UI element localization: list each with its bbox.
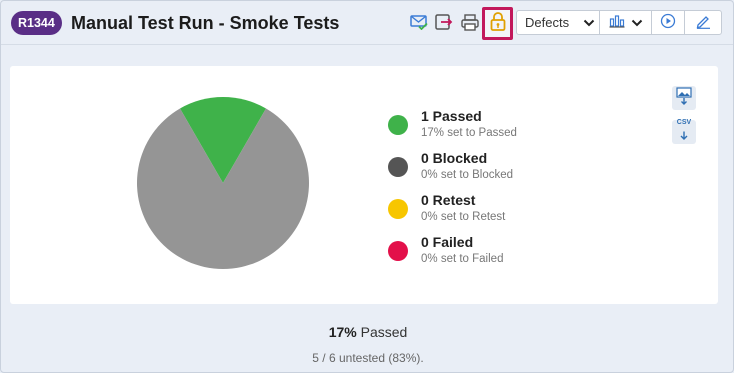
pass-label: Passed — [360, 324, 408, 340]
lock-button[interactable] — [482, 7, 513, 40]
edit-run-button[interactable] — [685, 11, 721, 34]
run-tests-button[interactable] — [652, 11, 685, 34]
chevron-down-icon — [583, 15, 595, 30]
legend-title: 0 Blocked — [421, 150, 488, 166]
pass-percent: 17% — [328, 324, 357, 340]
legend-title: 0 Failed — [421, 234, 474, 250]
download-arrow-icon — [679, 127, 689, 145]
legend-subtitle: 0% set to Blocked — [421, 169, 514, 181]
retest-dot — [388, 199, 408, 219]
image-download-icon — [676, 86, 692, 110]
play-icon — [660, 13, 676, 32]
legend-subtitle: 0% set to Retest — [421, 211, 506, 223]
legend-title: 1 Passed — [421, 108, 482, 124]
pass-rate-summary: 17% Passed — [1, 324, 734, 340]
run-header: R1344 Manual Test Run - Smoke Tests Defe… — [1, 1, 733, 45]
print-icon[interactable] — [460, 12, 480, 32]
chevron-down-icon — [631, 15, 643, 30]
status-pie-chart — [137, 97, 309, 269]
legend-title: 0 Retest — [421, 192, 476, 208]
failed-dot — [388, 241, 408, 261]
run-title: Manual Test Run - Smoke Tests — [71, 13, 340, 33]
passed-dot — [388, 115, 408, 135]
export-icon[interactable] — [434, 12, 454, 32]
pencil-icon — [696, 14, 711, 32]
blocked-dot — [388, 157, 408, 177]
charts-dropdown[interactable] — [600, 11, 652, 34]
email-check-icon[interactable] — [409, 12, 429, 32]
untested-summary: 5 / 6 untested (83%). — [312, 351, 424, 365]
defects-dropdown[interactable]: Defects — [517, 11, 600, 34]
lock-icon — [490, 11, 506, 36]
test-run-panel: R1344 Manual Test Run - Smoke Tests Defe… — [0, 0, 734, 373]
legend-subtitle: 17% set to Passed — [421, 127, 517, 139]
export-image-button[interactable] — [672, 86, 696, 110]
legend-subtitle: 0% set to Failed — [421, 253, 504, 265]
run-id-badge: R1344 — [11, 11, 62, 35]
bar-chart-icon — [609, 14, 625, 31]
results-card: 1 Passed 17% set to Passed 0 Blocked 0% … — [10, 66, 718, 304]
run-actions-group: Defects — [516, 10, 722, 35]
export-csv-button[interactable]: CSV — [672, 119, 696, 145]
defects-label: Defects — [525, 15, 570, 30]
csv-label: CSV — [676, 119, 692, 126]
